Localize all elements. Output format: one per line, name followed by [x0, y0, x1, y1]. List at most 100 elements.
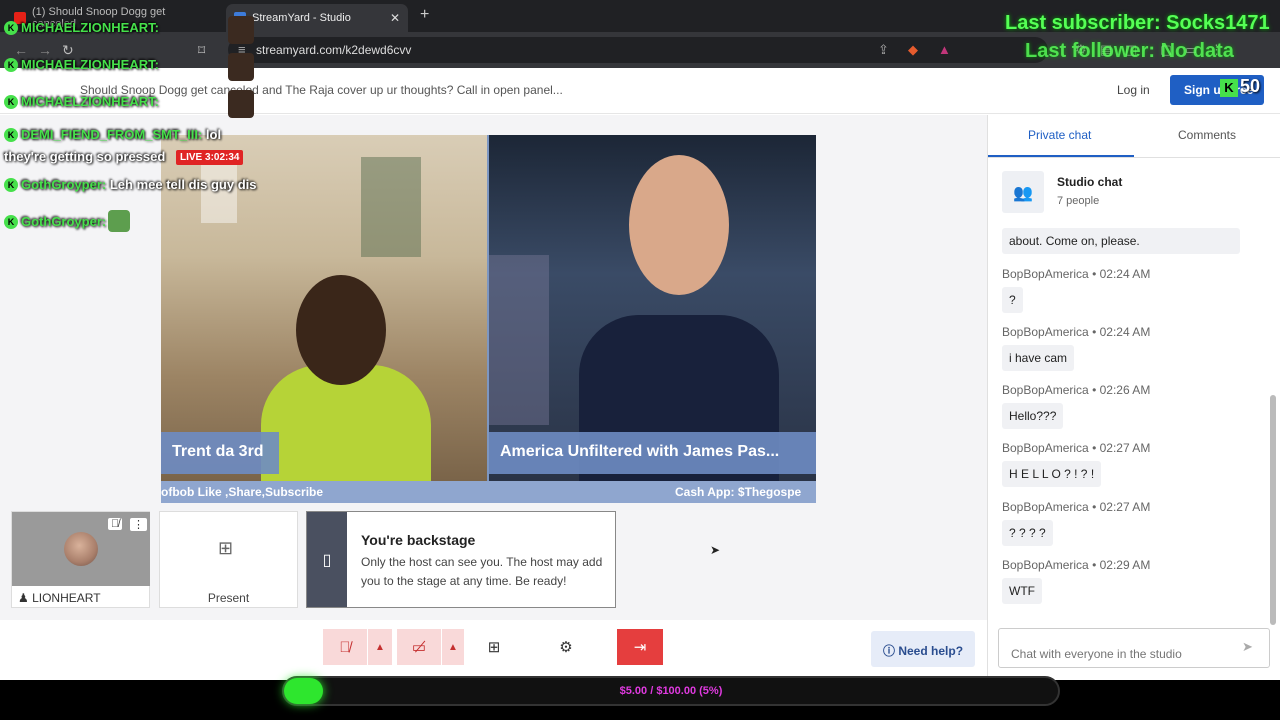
tab-comments[interactable]: Comments [1178, 128, 1236, 142]
self-preview: 🎙̸ ⋮ [12, 512, 150, 586]
message-author: BopBopAmerica [1002, 325, 1089, 339]
youtube-icon [14, 12, 26, 24]
present-label: Present [207, 591, 250, 605]
meta-separator: • [1092, 500, 1097, 514]
present-tile[interactable]: ⊞ Present [159, 511, 298, 608]
reload-icon[interactable]: ↻ [62, 42, 74, 59]
brave-shield-icon[interactable]: ◆ [908, 42, 918, 58]
backstage-notice: ▯ You're backstage Only the host can see… [306, 511, 616, 608]
tab-streamyard[interactable]: StreamYard - Studio ✕ [226, 4, 408, 32]
omnibox[interactable]: ≡ streamyard.com/k2dewd6cvv ⇪ ◆ ▲ [228, 37, 1048, 63]
ticker-left-text: ofbob Like ,Share,Subscribe [161, 485, 324, 499]
studio-header: Should Snoop Dogg get canceled and The R… [0, 68, 1280, 114]
city-window-graphic [489, 255, 549, 425]
message-time: 02:26 AM [1099, 383, 1151, 397]
present-screen-icon: ⊞ [218, 538, 234, 558]
message-text: H E L L O ? ! ? ! [1002, 461, 1102, 487]
person-icon: ♟ [18, 591, 33, 605]
message-time: 02:27 AM [1099, 441, 1151, 455]
settings-button[interactable]: ⚙ [548, 629, 584, 665]
broadcast-title: Should Snoop Dogg get canceled and The R… [80, 83, 563, 97]
message-list[interactable]: about. Come on, please. BopBopAmerica • … [988, 225, 1268, 625]
chat-message: BopBopAmerica • 02:24 AM i have cam [1002, 325, 1150, 371]
last-follower-overlay: Last follower: No data [1025, 40, 1234, 62]
chat-message: about. Come on, please. [1002, 228, 1240, 254]
participant-nameplate: Trent da 3rd [161, 432, 279, 474]
mic-options-button[interactable]: ▲ [368, 629, 392, 665]
person-head [629, 155, 729, 295]
viewer-count-value: 50 [1240, 76, 1261, 96]
message-time: 02:29 AM [1099, 558, 1151, 572]
share-icon[interactable]: ⇪ [878, 42, 889, 58]
chevron-up-icon: ▲ [448, 641, 458, 653]
viewer-count: K 50 [1220, 76, 1260, 97]
chat-message: BopBopAmerica • 02:24 AM ? [1002, 267, 1150, 313]
studio-chat-title: Studio chat [1057, 175, 1123, 189]
mic-off-icon: 🎙̸ [339, 638, 351, 656]
streamyard-icon [234, 12, 246, 24]
message-text: Hello??? [1002, 403, 1064, 429]
bookmark-icon[interactable]: ⌑ [198, 42, 205, 59]
meta-separator: • [1092, 267, 1097, 281]
tab-private-chat[interactable]: Private chat [1028, 128, 1091, 142]
message-text: ? ? ? ? [1002, 520, 1053, 546]
close-tab-icon[interactable]: ✕ [390, 11, 400, 25]
group-icon: 👥 [1002, 171, 1044, 213]
forward-icon[interactable]: → [38, 42, 52, 58]
help-label: Need help? [898, 644, 964, 658]
window-graphic [361, 157, 421, 257]
message-time: 02:24 AM [1099, 267, 1151, 281]
camera-options-button[interactable]: ▲ [442, 629, 464, 665]
gear-icon: ⚙ [559, 639, 573, 656]
share-screen-button[interactable]: ⊞ [474, 629, 514, 665]
chat-message: BopBopAmerica • 02:26 AM Hello??? [1002, 383, 1150, 429]
more-options-icon[interactable]: ⋮ [130, 518, 147, 531]
chat-panel: Private chat Comments 👥 Studio chat 7 pe… [987, 115, 1280, 680]
self-preview-tile[interactable]: 🎙̸ ⋮ ♟ LIONHEART [11, 511, 150, 608]
participant-video-james: America Unfiltered with James Pas... [489, 135, 816, 481]
message-author: BopBopAmerica [1002, 441, 1089, 455]
participant-video-trent: Trent da 3rd [161, 135, 487, 481]
tab-label: StreamYard - Studio [252, 12, 351, 24]
camera-button[interactable]: ▭̸ [397, 629, 441, 665]
message-text: ? [1002, 287, 1023, 313]
mouse-cursor-icon: ➤ [710, 543, 721, 557]
door-icon: ▯ [307, 512, 347, 607]
chat-input[interactable] [998, 628, 1270, 668]
mute-button[interactable]: 🎙̸ [323, 629, 367, 665]
chevron-up-icon: ▲ [375, 641, 385, 653]
camera-off-icon: ▭̸ [411, 639, 427, 656]
need-help-button[interactable]: ⓘ Need help? [871, 631, 975, 667]
live-badge: LIVE 3:02:34 [176, 150, 244, 165]
chat-message: BopBopAmerica • 02:27 AM H E L L O ? ! ?… [1002, 441, 1150, 487]
back-icon[interactable]: ← [14, 42, 28, 58]
backstage-text: Only the host can see you. The host may … [361, 555, 603, 588]
login-link[interactable]: Log in [1117, 83, 1150, 97]
send-icon[interactable]: ➤ [1242, 639, 1253, 655]
leave-studio-button[interactable]: ⇥ [617, 629, 663, 665]
self-name-label: LIONHEART [32, 591, 101, 605]
site-info-icon[interactable]: ≡ [238, 42, 246, 57]
goal-text: $5.00 / $100.00 (5%) [619, 685, 723, 697]
tab-youtube[interactable]: (1) Should Snoop Dogg get canceled [6, 4, 216, 32]
scrollbar-thumb[interactable] [1270, 395, 1276, 625]
message-author: BopBopAmerica [1002, 500, 1089, 514]
message-author: BopBopAmerica [1002, 383, 1089, 397]
backstage-title: You're backstage [361, 532, 476, 548]
meta-separator: • [1092, 325, 1097, 339]
donation-goal-bar: $5.00 / $100.00 (5%) [282, 676, 1060, 706]
person-head [296, 275, 386, 385]
meta-separator: • [1092, 441, 1097, 455]
share-screen-icon: ⊞ [487, 639, 501, 656]
meta-separator: • [1092, 558, 1097, 572]
last-subscriber-overlay: Last subscriber: Socks1471 [1005, 12, 1270, 34]
rewards-icon[interactable]: ▲ [938, 42, 951, 57]
new-tab-icon[interactable]: + [420, 6, 429, 24]
message-text: about. Come on, please. [1002, 228, 1240, 254]
meta-separator: • [1092, 383, 1097, 397]
ticker-right-text: Cash App: $Thegospe [675, 485, 802, 499]
exit-icon: ⇥ [633, 639, 647, 656]
divider [988, 157, 1280, 158]
control-bar: 🎙̸ ▲ ▭̸ ▲ ⊞ ⚙ ⇥ [0, 620, 987, 680]
chat-scrollbar[interactable] [1270, 235, 1276, 635]
